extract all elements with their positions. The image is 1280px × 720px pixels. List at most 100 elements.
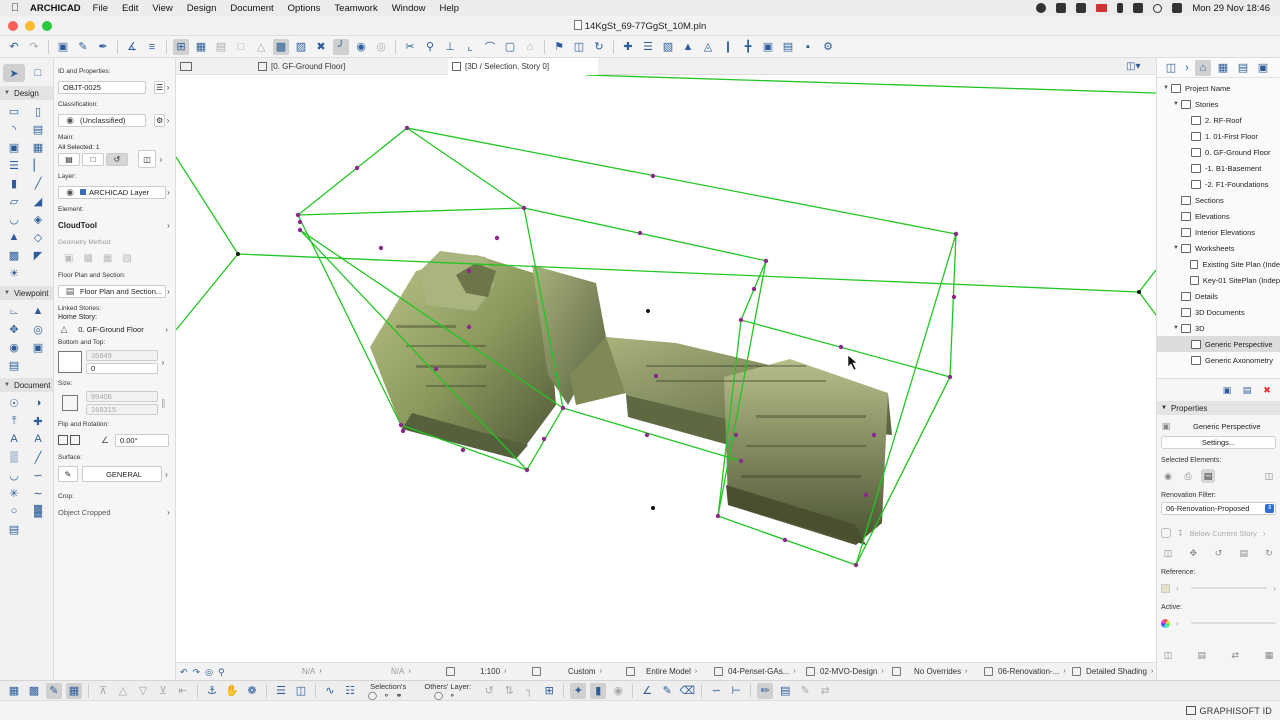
floor-plan-section-button[interactable]: ▤ Floor Plan and Section... [58, 284, 166, 298]
navigator-item[interactable]: ▼ Project Name [1157, 80, 1280, 96]
camera-tool-icon[interactable]: ▣ [27, 338, 49, 356]
disclosure-triangle-icon[interactable]: ▼ [1171, 101, 1181, 107]
mirror-icon[interactable]: ⇅ [501, 683, 517, 699]
line-type-icon[interactable]: ≡ [144, 39, 160, 55]
chevron-right-icon[interactable]: › [166, 287, 171, 296]
view-map-icon[interactable]: ▦ [1215, 60, 1231, 76]
navigator-item[interactable]: Generic Perspective [1157, 336, 1280, 352]
scale-select[interactable]: 1:100 › [446, 667, 506, 676]
trim-icon[interactable]: ╯ [333, 38, 349, 55]
navigator-item[interactable]: ▼ Stories [1157, 96, 1280, 112]
geometry-slanted-icon[interactable]: ▩ [83, 253, 92, 264]
ramp-tool-icon[interactable]: ◤ [27, 246, 49, 264]
offset-icon[interactable]: ▢ [502, 39, 518, 55]
move-up-icon[interactable]: ⊼ [95, 683, 111, 699]
menu-document[interactable]: Document [230, 3, 273, 14]
elevation-tool-icon[interactable]: ▲ [27, 302, 49, 320]
chevron-right-icon[interactable]: › [1263, 529, 1266, 538]
disclosure-triangle-icon[interactable]: ▼ [1161, 85, 1171, 91]
mirror-icon[interactable] [70, 435, 80, 445]
chevron-right-icon[interactable]: › [1273, 584, 1276, 593]
renovation-filter-select[interactable]: 06-Renovation-Proposed ⇕ [1161, 502, 1276, 515]
chevron-right-icon[interactable]: › [166, 188, 171, 197]
view-icon[interactable]: ◎ [373, 39, 389, 55]
zoom-icon[interactable]: ⚲ [218, 667, 225, 678]
toolbox-section-design[interactable]: ▼ Design [0, 86, 53, 100]
model-view-options-select[interactable]: 02-MVO-Design › [806, 667, 884, 676]
app-menu[interactable]: ARCHICAD [30, 3, 81, 14]
chevron-right-icon[interactable]: › [156, 155, 166, 164]
graph-icon[interactable]: ∿ [322, 683, 338, 699]
mesh-tool-icon[interactable]: ▲ [3, 228, 25, 246]
layer-select[interactable]: ◉ ARCHICAD Layer [58, 185, 166, 199]
wall-icon[interactable]: ▧ [660, 39, 676, 55]
line-tool-icon[interactable]: ╱ [27, 448, 49, 466]
door-tool-icon[interactable]: ◝ [3, 120, 25, 138]
drawing-tool-icon[interactable]: ▤ [3, 520, 25, 538]
bluetooth-icon[interactable] [1117, 3, 1124, 13]
edit-mode-icon[interactable]: ✎ [46, 682, 62, 699]
navigator-item[interactable]: 2. RF-Roof [1157, 112, 1280, 128]
clone-view-icon[interactable]: ▤ [1240, 383, 1254, 397]
reference-icon[interactable]: ▩ [26, 683, 42, 699]
control-center-icon[interactable] [1172, 3, 1183, 13]
flag-icon[interactable]: ⚑ [551, 39, 567, 55]
classification-options-button[interactable]: ⚙ [154, 113, 166, 127]
morph-tool-icon[interactable]: ◇ [27, 228, 49, 246]
figure-tool-icon[interactable]: ▓ [27, 502, 49, 520]
size-y-field[interactable]: 168315 [86, 404, 158, 415]
anchor-icon[interactable]: ⚓ [204, 683, 220, 699]
menu-file[interactable]: File [93, 3, 108, 14]
chevron-right-icon[interactable]: › [1176, 584, 1179, 593]
toolbox-section-document[interactable]: ▼ Document [0, 378, 53, 392]
user-icon[interactable] [1076, 3, 1087, 13]
roof-icon[interactable]: ⌂ [522, 39, 538, 55]
ruler-icon[interactable]: ▤ [213, 39, 229, 55]
grid-icon[interactable]: ▦ [193, 39, 209, 55]
align-icon[interactable]: ▨ [293, 39, 309, 55]
layer-combination-select[interactable]: Custom › [532, 667, 602, 676]
measure-icon[interactable]: ∠ [639, 683, 655, 699]
hotspot-tool-icon[interactable]: ✳ [3, 484, 25, 502]
printer-icon[interactable]: ⎙ [1181, 469, 1195, 483]
dimension-tool-icon[interactable]: ☉ [3, 394, 25, 412]
rotate-icon[interactable]: ↺ [481, 683, 497, 699]
navigator-item[interactable]: Sections [1157, 192, 1280, 208]
selection-toggles[interactable]: ◯⚬⚭ [368, 691, 408, 700]
chevron-right-icon[interactable]: › [166, 508, 171, 517]
layer-stack-icon[interactable]: ☰ [273, 683, 289, 699]
undo-icon[interactable]: ↶ [6, 39, 22, 55]
align-left-icon[interactable]: ╮ [521, 683, 537, 699]
navigator-item[interactable]: Interior Elevations [1157, 224, 1280, 240]
angle-dimension-icon[interactable]: ✚ [27, 412, 49, 430]
search-icon[interactable] [1153, 3, 1163, 13]
fillet-icon[interactable]: ⌞ [462, 39, 478, 55]
chevron-right-icon[interactable]: › [165, 83, 171, 92]
menu-edit[interactable]: Edit [122, 3, 138, 14]
view-flip-icon[interactable]: ⇄ [817, 683, 833, 699]
door-icon[interactable]: ▣ [760, 39, 776, 55]
graphic-override-select[interactable]: No Overrides › [892, 667, 967, 676]
polyline-tool-icon[interactable]: ∽ [27, 466, 49, 484]
hand-icon[interactable]: ✋ [224, 683, 240, 699]
chevron-right-icon[interactable]: › [166, 221, 171, 230]
arrow-up-icon[interactable]: △ [115, 683, 131, 699]
swap-icon[interactable]: ⇄ [1228, 648, 1242, 662]
transfer-icon[interactable]: ◫ [1161, 546, 1175, 560]
compare-icon[interactable]: ◫ [1161, 648, 1175, 662]
pen-icon[interactable]: ∡ [124, 39, 140, 55]
marquee-option-button[interactable]: □ [82, 152, 104, 166]
stair-icon[interactable]: ☰ [640, 39, 656, 55]
navigator-item[interactable]: Elevations [1157, 208, 1280, 224]
reference-slider[interactable] [1190, 587, 1268, 589]
project-map-icon[interactable]: ⌂ [1195, 59, 1211, 76]
column-tool-icon[interactable]: ▮ [3, 174, 25, 192]
detail-tool-icon[interactable]: ◉ [3, 338, 25, 356]
magic-wand-icon[interactable]: ✦ [570, 682, 587, 699]
chevron-right-icon[interactable]: › [1183, 60, 1191, 76]
size-x-field[interactable]: 99406 [86, 391, 158, 402]
slab-tool-icon[interactable]: ▱ [3, 192, 25, 210]
refresh-icon[interactable]: ↻ [591, 39, 607, 55]
story-link-button[interactable]: ◫ [138, 150, 156, 168]
disclosure-triangle-icon[interactable]: ▼ [1171, 325, 1181, 331]
